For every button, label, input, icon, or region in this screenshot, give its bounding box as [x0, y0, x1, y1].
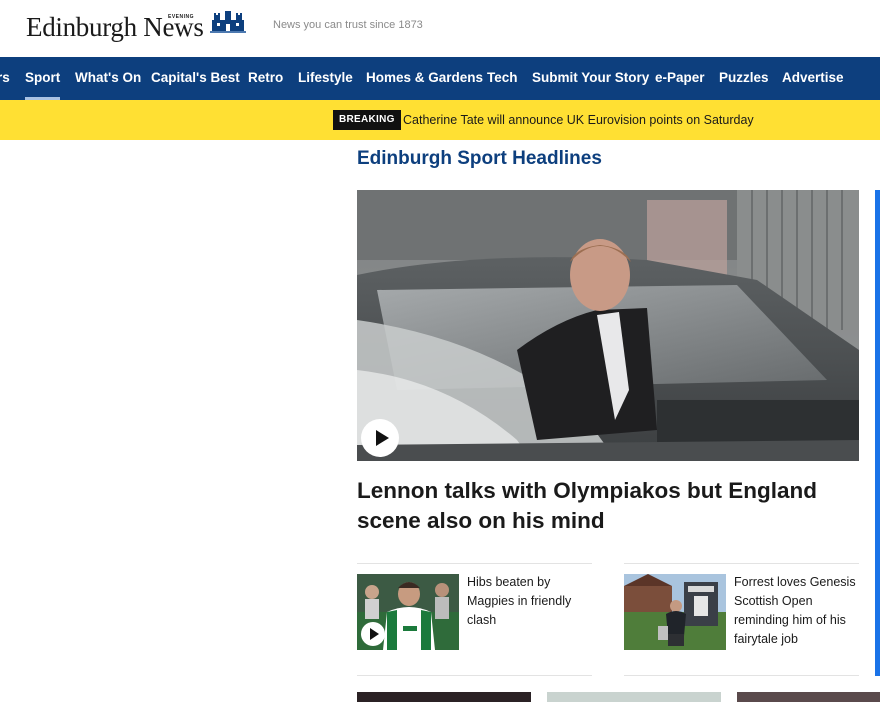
tagline: News you can trust since 1873 — [273, 19, 423, 31]
card-headline-hibs[interactable]: Hibs beaten by Magpies in friendly clash — [467, 573, 587, 630]
nav-item-epaper[interactable]: e-Paper — [655, 57, 705, 100]
nav-item-lifestyle[interactable]: Lifestyle — [298, 57, 353, 100]
nav-item-puzzles[interactable]: Puzzles — [719, 57, 769, 100]
play-video-button-small[interactable] — [361, 622, 385, 646]
castle-icon — [209, 10, 246, 39]
masthead: Edinburgh News EVENING News you can trus… — [0, 0, 880, 57]
card-divider — [624, 675, 859, 676]
nav-item-capitals-best[interactable]: Capital's Best — [151, 57, 240, 100]
lead-article-image[interactable] — [357, 190, 859, 461]
play-video-button[interactable] — [361, 419, 399, 457]
nav-item-sport[interactable]: Sport — [25, 57, 61, 100]
card-thumb-hibs[interactable] — [357, 574, 459, 650]
bottom-thumb-1[interactable] — [357, 692, 531, 702]
nav-item-tech[interactable]: Tech — [487, 57, 518, 100]
main-nav: rs Sport What's On Capital's Best Retro … — [0, 57, 880, 100]
nav-item-submit-story[interactable]: Submit Your Story — [532, 57, 649, 100]
card-thumb-forrest[interactable] — [624, 574, 726, 650]
lead-headline[interactable]: Lennon talks with Olympiakos but England… — [357, 476, 827, 536]
site-logo[interactable]: Edinburgh News EVENING — [26, 10, 246, 43]
card-headline-forrest[interactable]: Forrest loves Genesis Scottish Open remi… — [734, 573, 859, 649]
bottom-thumb-2[interactable] — [547, 692, 721, 702]
nav-item-advertise[interactable]: Advertise — [782, 57, 844, 100]
nav-item-retro[interactable]: Retro — [248, 57, 283, 100]
nav-item-homes-gardens[interactable]: Homes & Gardens — [366, 57, 483, 100]
nav-item-whats-on[interactable]: What's On — [75, 57, 141, 100]
card-divider — [624, 563, 859, 564]
breaking-headline-link[interactable]: Catherine Tate will announce UK Eurovisi… — [403, 110, 754, 130]
forrest-photo — [624, 574, 726, 650]
breaking-news-bar: BREAKING Catherine Tate will announce UK… — [0, 100, 880, 140]
scroll-accent-bar — [875, 190, 880, 676]
bottom-thumb-3[interactable] — [737, 692, 880, 702]
card-divider — [357, 563, 592, 564]
lead-photo — [357, 190, 859, 461]
section-title[interactable]: Edinburgh Sport Headlines — [357, 148, 602, 170]
breaking-badge: BREAKING — [333, 110, 401, 130]
nav-item-partial[interactable]: rs — [0, 57, 10, 100]
logo-small-text: EVENING — [168, 14, 195, 20]
card-divider — [357, 675, 592, 676]
